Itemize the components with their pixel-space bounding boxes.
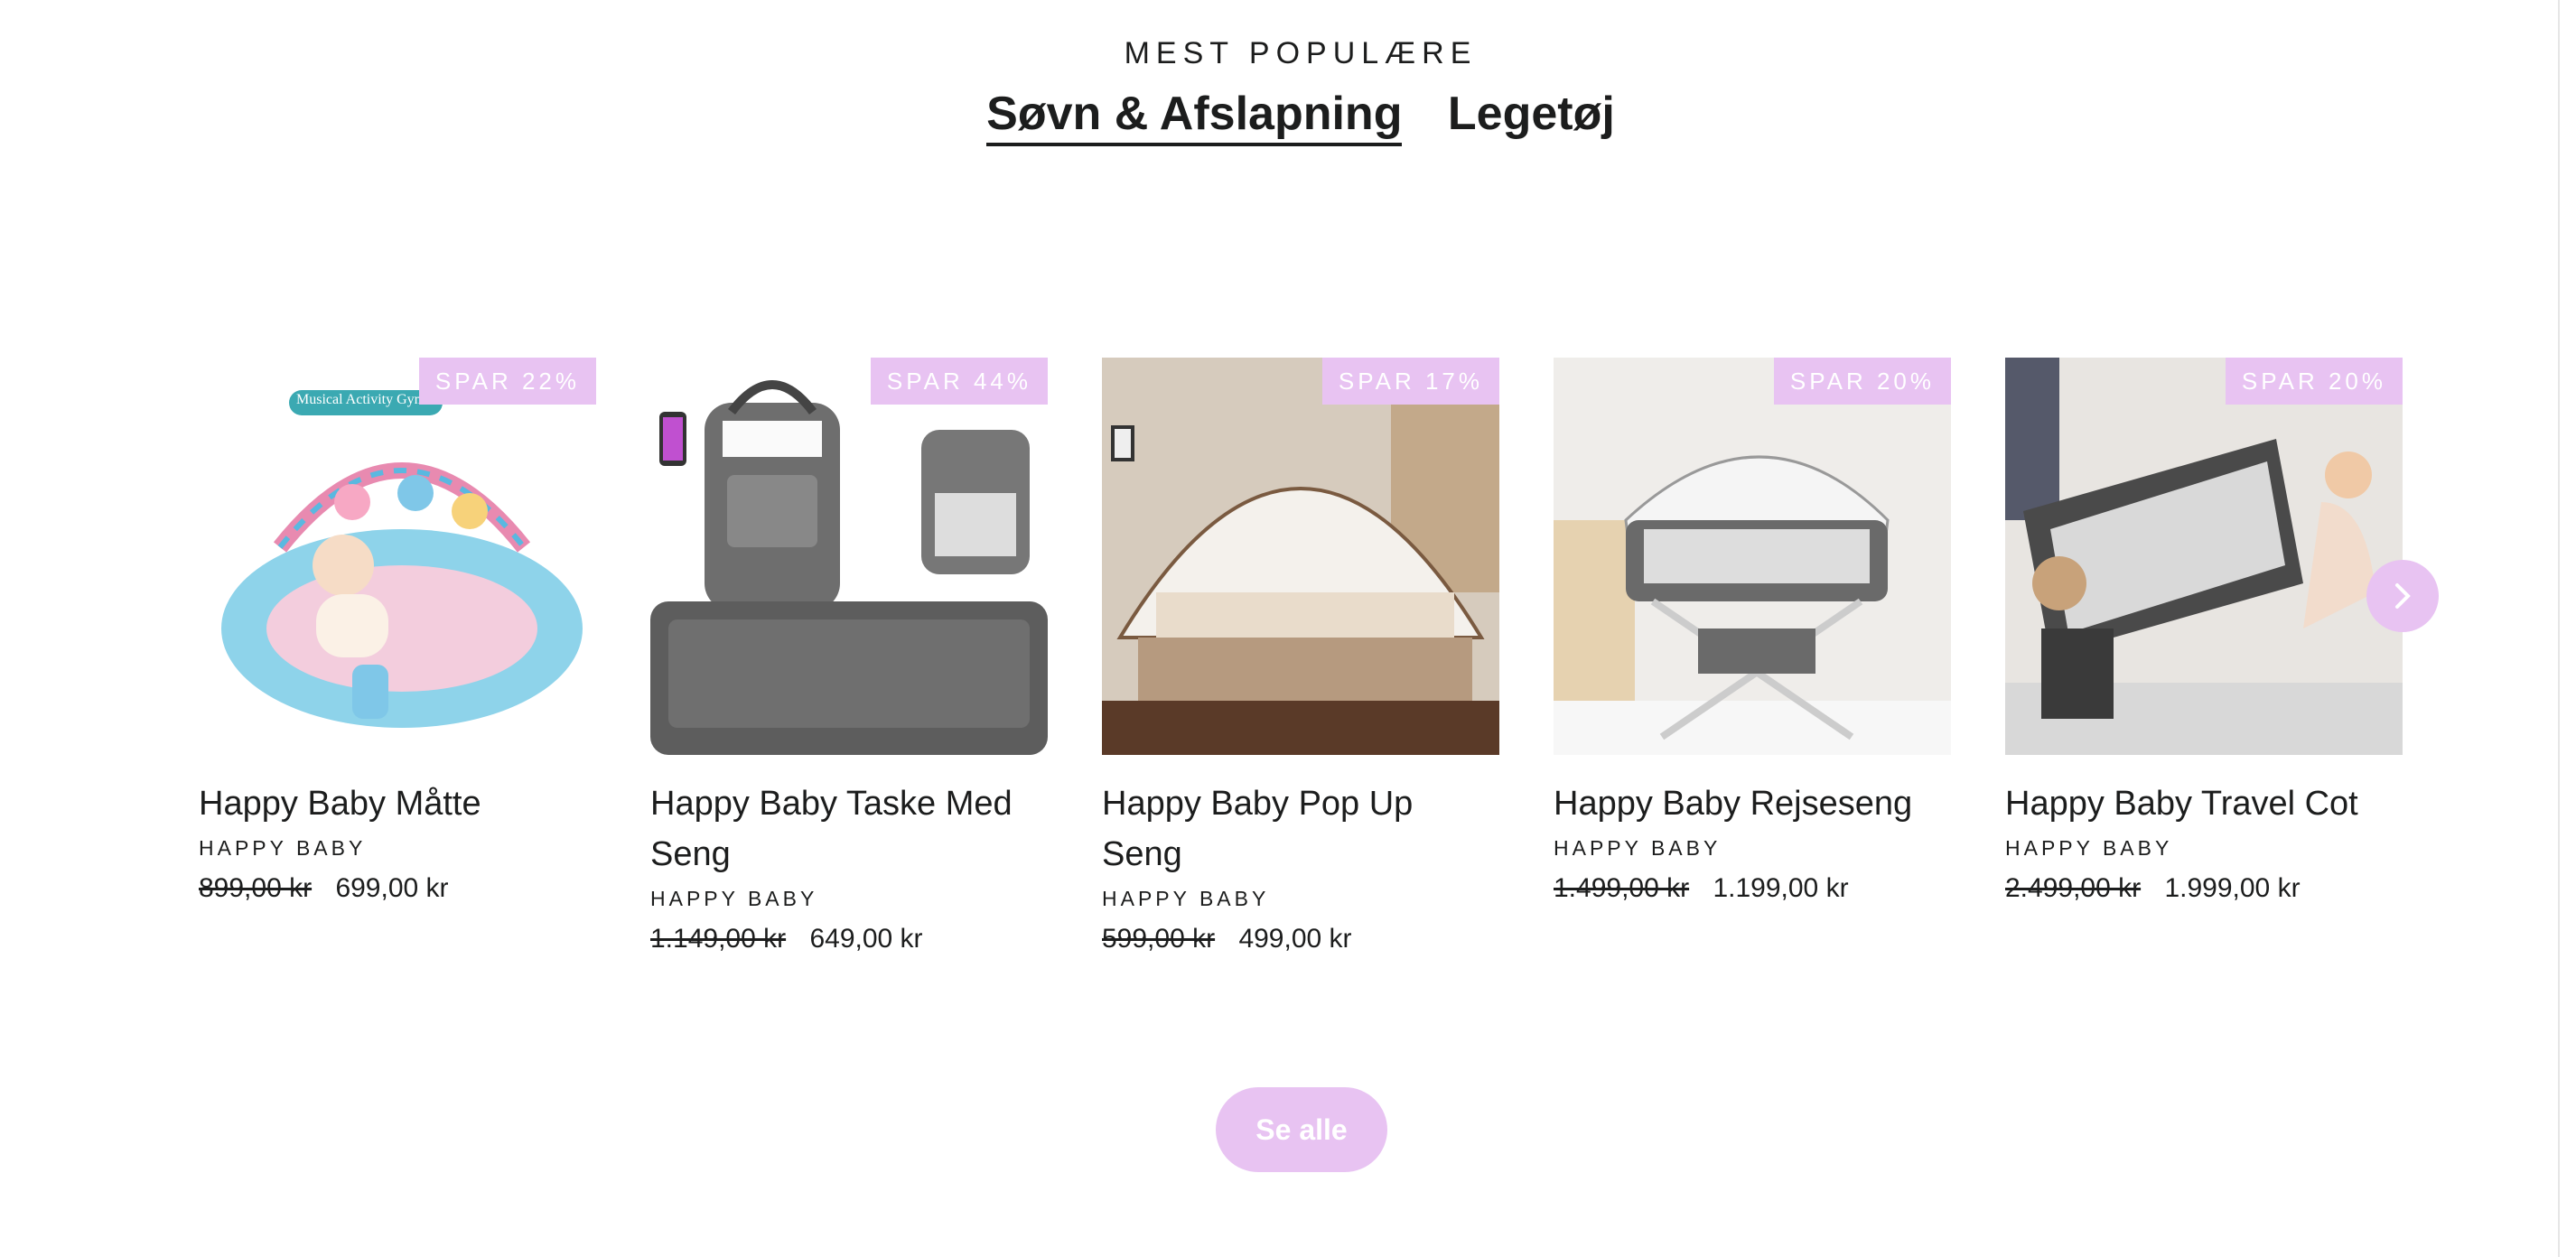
product-title[interactable]: Happy Baby Måtte — [199, 778, 596, 829]
product-title[interactable]: Happy Baby Pop Up Seng — [1102, 778, 1499, 880]
see-all-button[interactable]: Se alle — [1216, 1087, 1387, 1172]
product-image-caption: Musical Activity Gym — [296, 392, 426, 407]
product-image[interactable]: Musical Activity Gym SPAR 22% — [199, 358, 596, 755]
product-brand: HAPPY BABY — [1102, 887, 1270, 910]
original-price: 2.499,00 kr — [2005, 873, 2142, 903]
discount-badge: SPAR 44% — [870, 358, 1048, 405]
product-price: 599,00 kr 499,00 kr — [1102, 924, 1499, 954]
product-card[interactable]: SPAR 20% Happy Baby Rejseseng HAPPY BABY… — [1554, 358, 1951, 904]
product-card[interactable]: SPAR 20% Happy Baby Travel Cot HAPPY BAB… — [2005, 358, 2403, 904]
carousel-next-button[interactable] — [2366, 560, 2439, 632]
original-price: 1.149,00 kr — [650, 924, 787, 954]
discount-badge: SPAR 22% — [418, 358, 596, 405]
product-price: 1.149,00 kr 649,00 kr — [650, 924, 1048, 954]
discount-badge: SPAR 17% — [1321, 358, 1499, 405]
original-price: 1.499,00 kr — [1554, 873, 1690, 903]
original-price: 899,00 kr — [199, 873, 313, 903]
sale-price: 1.199,00 kr — [1713, 873, 1849, 903]
product-image[interactable]: SPAR 44% — [650, 358, 1048, 755]
product-card[interactable]: SPAR 17% Happy Baby Pop Up Seng HAPPY BA… — [1102, 358, 1499, 954]
tab-sovn-afslapning[interactable]: Søvn & Afslapning — [986, 87, 1403, 146]
original-price: 599,00 kr — [1102, 924, 1216, 954]
popup-tent-bed-illustration — [1102, 358, 1499, 755]
product-title[interactable]: Happy Baby Taske Med Seng — [650, 778, 1048, 880]
product-brand: HAPPY BABY — [199, 836, 367, 860]
discount-badge: SPAR 20% — [2225, 358, 2403, 405]
sale-price: 649,00 kr — [809, 924, 923, 954]
tab-legetoj[interactable]: Legetøj — [1448, 87, 1615, 141]
product-brand: HAPPY BABY — [2005, 836, 2173, 860]
section-eyebrow: MEST POPULÆRE — [1124, 36, 1478, 70]
activity-gym-illustration — [221, 390, 583, 728]
product-card[interactable]: SPAR 44% Happy Baby Taske Med Seng HAPPY… — [650, 358, 1048, 954]
product-price: 1.499,00 kr 1.199,00 kr — [1554, 873, 1951, 904]
product-brand: HAPPY BABY — [650, 887, 818, 910]
sale-price: 499,00 kr — [1238, 924, 1352, 954]
page-scrollbar[interactable] — [2558, 0, 2576, 1257]
product-brand: HAPPY BABY — [1554, 836, 1722, 860]
product-image[interactable]: SPAR 20% — [2005, 358, 2403, 755]
diaper-bag-illustration — [650, 380, 1048, 755]
product-title[interactable]: Happy Baby Travel Cot — [2005, 778, 2403, 829]
sale-price: 1.999,00 kr — [2164, 873, 2301, 903]
sale-price: 699,00 kr — [335, 873, 449, 903]
product-image[interactable]: SPAR 17% — [1102, 358, 1499, 755]
travel-cot-illustration — [2005, 358, 2403, 755]
travel-bassinet-illustration — [1554, 358, 1951, 755]
collection-tabs: Søvn & Afslapning Legetøj — [0, 87, 2576, 146]
product-image[interactable]: SPAR 20% — [1554, 358, 1951, 755]
product-price: 899,00 kr 699,00 kr — [199, 873, 596, 904]
product-price: 2.499,00 kr 1.999,00 kr — [2005, 873, 2403, 904]
product-card[interactable]: Musical Activity Gym SPAR 22% Happy Baby… — [199, 358, 596, 904]
discount-badge: SPAR 20% — [1773, 358, 1951, 405]
product-title[interactable]: Happy Baby Rejseseng — [1554, 778, 1951, 829]
chevron-right-icon — [2395, 583, 2411, 609]
